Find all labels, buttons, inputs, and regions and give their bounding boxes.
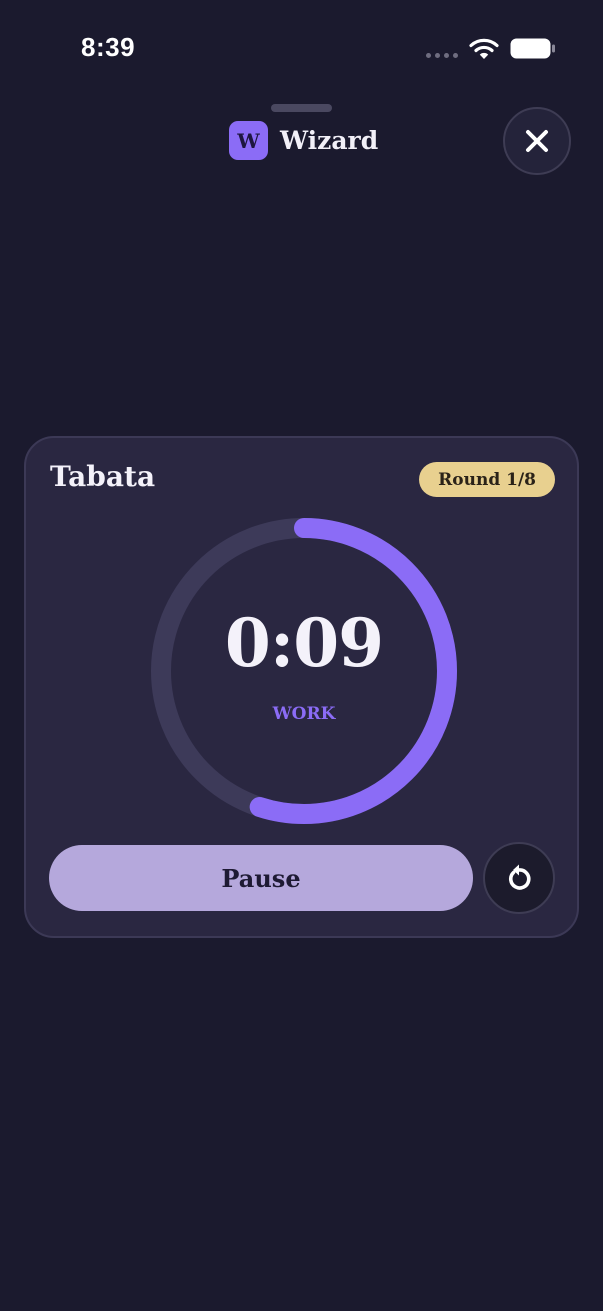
- close-icon: [526, 130, 548, 152]
- pause-button[interactable]: Pause: [49, 845, 473, 911]
- card-title: Tabata: [50, 460, 156, 493]
- status-time: 8:39: [81, 32, 136, 62]
- app-name: Wizard: [280, 126, 379, 155]
- app-logo: W: [229, 121, 268, 160]
- battery-icon: [510, 38, 555, 59]
- sheet-grabber[interactable]: [271, 104, 332, 112]
- phase-label: WORK: [272, 704, 336, 724]
- timer-screen: 8:39 W Wizard Tabata Round 1/8 0:09 WORK…: [0, 0, 603, 1311]
- round-badge: Round 1/8: [419, 462, 555, 497]
- reset-icon: [508, 864, 531, 890]
- time-remaining: 0:09: [224, 604, 384, 682]
- close-button[interactable]: [503, 107, 571, 175]
- app-brand: W Wizard: [229, 121, 378, 160]
- reset-button[interactable]: [483, 842, 555, 914]
- signal-dots-icon: [426, 53, 458, 58]
- wifi-icon: [469, 38, 499, 59]
- timer-card: Tabata Round 1/8 0:09 WORK Pause: [24, 436, 579, 938]
